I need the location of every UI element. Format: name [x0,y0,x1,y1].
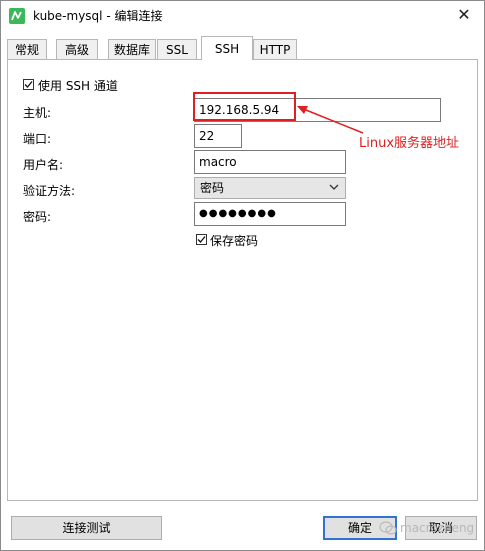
tab-bar: 常规 高级 数据库 SSL SSH HTTP [7,36,477,60]
host-highlight-box [193,92,296,121]
tab-ssh[interactable]: SSH [201,36,253,60]
use-ssh-tunnel-checkbox[interactable] [23,79,34,90]
chevron-down-icon [329,184,339,190]
username-input[interactable]: macro [194,150,346,174]
use-ssh-tunnel-label: 使用 SSH 通道 [38,79,118,93]
wechat-watermark-icon [379,521,397,535]
auth-method-label: 验证方法: [23,184,76,198]
checkmark-icon [24,81,33,88]
host-label: 主机: [23,106,52,120]
auth-method-value: 密码 [200,181,225,195]
tab-ssl[interactable]: SSL [157,39,197,59]
password-input[interactable]: ●●●●●●●● [194,202,346,226]
close-icon: ✕ [457,5,471,24]
port-value: 22 [199,129,215,143]
checkmark-icon [197,236,206,243]
port-input[interactable]: 22 [194,124,242,148]
close-button[interactable]: ✕ [454,5,474,25]
navicat-logo-icon [9,8,25,24]
tab-general[interactable]: 常规 [7,39,47,59]
watermark-text: macrozheng [400,521,475,535]
password-value: ●●●●●●●● [199,208,277,219]
tab-advanced[interactable]: 高级 [56,39,98,59]
save-password-label: 保存密码 [210,234,259,248]
ssh-settings-panel [7,59,478,501]
annotation-text: Linux服务器地址 [359,136,460,151]
window-title: kube-mysql - 编辑连接 [33,9,163,23]
save-password-checkbox[interactable] [196,234,207,245]
dialog-window: kube-mysql - 编辑连接 ✕ 常规 高级 数据库 SSL SSH HT… [0,0,485,551]
username-value: macro [199,155,237,169]
tab-database[interactable]: 数据库 [108,39,156,59]
auth-method-select[interactable]: 密码 [194,177,346,199]
username-label: 用户名: [23,158,64,172]
test-connection-button[interactable]: 连接测试 [11,516,162,540]
tab-http[interactable]: HTTP [253,39,297,59]
password-label: 密码: [23,210,52,224]
port-label: 端口: [23,132,52,146]
title-bar: kube-mysql - 编辑连接 ✕ [1,1,484,29]
